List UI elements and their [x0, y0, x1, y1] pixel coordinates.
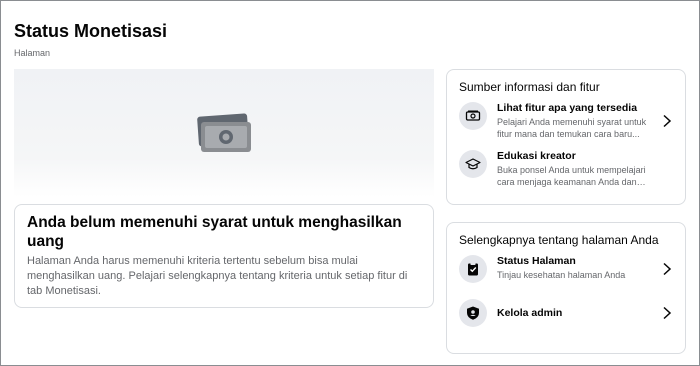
- notice-body: Halaman Anda harus memenuhi kriteria ter…: [27, 255, 408, 297]
- more-about-page-card: Selengkapnya tentang halaman Anda Status…: [446, 222, 686, 354]
- more-heading: Selengkapnya tentang halaman Anda: [459, 233, 659, 247]
- more-item-manage-admins[interactable]: Kelola admin: [459, 299, 673, 327]
- more-item-title: Kelola admin: [497, 306, 563, 319]
- more-item-page-status[interactable]: Status Halaman Tinjau kesehatan halaman …: [459, 255, 673, 283]
- money-icon: [197, 113, 251, 152]
- chevron-right-icon: [663, 114, 672, 128]
- more-item-desc: Tinjau kesehatan halaman Anda: [497, 270, 626, 280]
- notice-title: Anda belum memenuhi syarat untuk menghas…: [27, 214, 402, 250]
- resource-item-title: Edukasi kreator: [497, 150, 576, 162]
- resource-item-creator-education[interactable]: Edukasi kreator Buka ponsel Anda untuk m…: [459, 150, 673, 188]
- resources-heading: Sumber informasi dan fitur: [459, 80, 600, 94]
- chevron-right-icon: [663, 262, 672, 276]
- page-title: Status Monetisasi: [14, 21, 168, 41]
- clipboard-check-icon: [459, 255, 487, 283]
- more-item-title: Status Halaman: [497, 255, 576, 267]
- page-subtitle: Halaman: [14, 48, 51, 58]
- resources-card: Sumber informasi dan fitur Lihat fitur a…: [446, 69, 686, 205]
- resource-item-desc: Buka ponsel Anda untuk mempelajari cara …: [497, 165, 646, 187]
- eligibility-notice-card: Anda belum memenuhi syarat untuk menghas…: [14, 204, 434, 308]
- hero-banner: [14, 69, 434, 197]
- resource-item-available-features[interactable]: Lihat fitur apa yang tersedia Pelajari A…: [459, 102, 673, 140]
- chevron-right-icon: [663, 306, 672, 320]
- money-check-icon: [459, 102, 487, 130]
- shield-icon: [459, 299, 487, 327]
- resource-item-desc: Pelajari Anda memenuhi syarat untuk fitu…: [497, 117, 647, 139]
- resource-item-title: Lihat fitur apa yang tersedia: [497, 102, 638, 114]
- graduation-cap-icon: [459, 150, 487, 178]
